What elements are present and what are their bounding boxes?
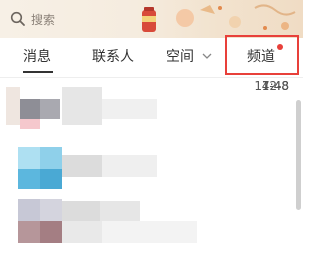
top-banner: 搜索 bbox=[0, 0, 303, 38]
avatar bbox=[6, 87, 20, 125]
search-icon bbox=[10, 11, 25, 26]
tab-contacts[interactable]: 联系人 bbox=[92, 46, 134, 68]
scrollbar[interactable] bbox=[296, 100, 301, 210]
time-label: 4-48 bbox=[261, 79, 289, 93]
search-box[interactable]: 搜索 bbox=[10, 8, 140, 30]
list-item[interactable] bbox=[0, 137, 303, 195]
decorative-can-icon bbox=[142, 7, 156, 32]
search-placeholder: 搜索 bbox=[31, 12, 56, 27]
festive-decoration-icon bbox=[176, 4, 296, 30]
conversation-list: 12-8 17:48 4-48 bbox=[0, 79, 303, 263]
tab-messages[interactable]: 消息 bbox=[23, 46, 51, 68]
highlight-box bbox=[225, 35, 299, 75]
active-tab-indicator bbox=[23, 71, 53, 73]
list-item[interactable] bbox=[0, 195, 303, 253]
tab-space[interactable]: 空间 bbox=[166, 46, 194, 68]
chevron-down-icon[interactable] bbox=[202, 51, 212, 61]
